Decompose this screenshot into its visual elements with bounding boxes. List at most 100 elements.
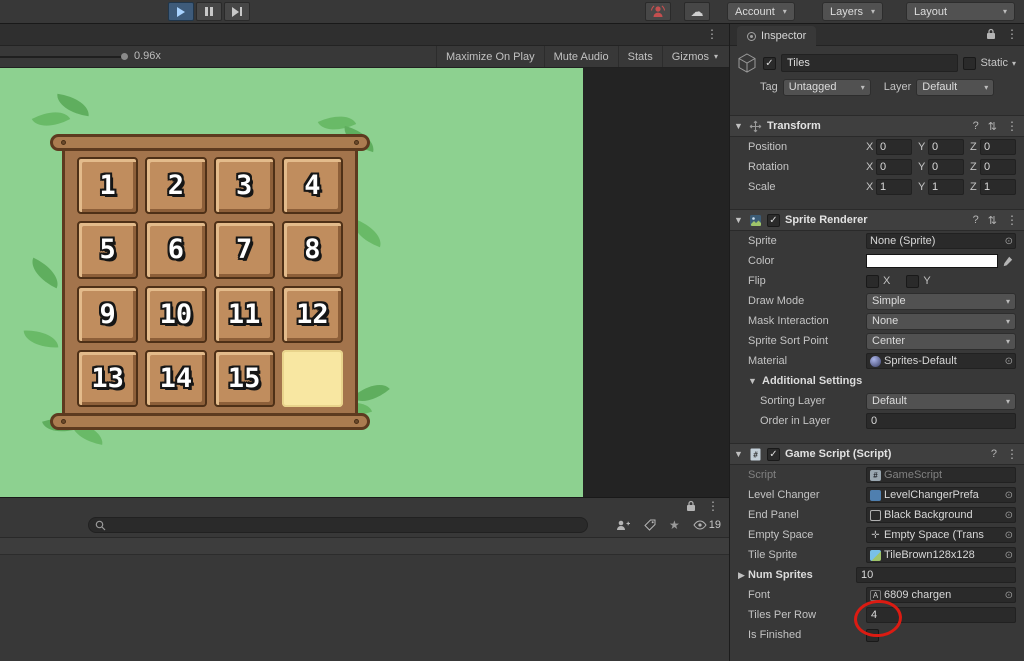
kebab-menu-icon[interactable]: ⋮ <box>1006 214 1018 226</box>
puzzle-tile[interactable]: 2 <box>145 157 206 214</box>
foldout-arrow-icon[interactable]: ▼ <box>734 215 744 225</box>
scale-z-field[interactable]: 1 <box>980 179 1016 195</box>
position-z-field[interactable]: 0 <box>980 139 1016 155</box>
position-x-field[interactable]: 0 <box>876 139 912 155</box>
puzzle-tile[interactable]: 3 <box>214 157 275 214</box>
play-button[interactable] <box>168 2 194 21</box>
additional-settings-foldout[interactable]: ▼ Additional Settings <box>730 371 1024 391</box>
position-y-field[interactable]: 0 <box>928 139 964 155</box>
foldout-arrow-icon[interactable]: ▼ <box>734 449 744 459</box>
help-icon[interactable]: ? <box>973 214 979 226</box>
game-view-menu-icon[interactable]: ⋮ <box>706 28 718 40</box>
puzzle-tile[interactable]: 14 <box>145 350 206 407</box>
static-checkbox[interactable] <box>963 57 976 70</box>
puzzle-tile[interactable]: 5 <box>77 221 138 278</box>
presets-icon[interactable]: ⇅ <box>988 214 997 227</box>
object-picker-icon[interactable]: ⊙ <box>1005 590 1013 601</box>
chevron-down-icon[interactable]: ▾ <box>1012 59 1016 68</box>
flip-y-checkbox[interactable] <box>906 275 919 288</box>
empty-space-tile[interactable] <box>282 350 343 407</box>
kebab-menu-icon[interactable]: ⋮ <box>707 500 719 512</box>
collab-button[interactable] <box>645 2 671 21</box>
eyedropper-icon[interactable] <box>998 253 1016 269</box>
foldout-arrow-icon[interactable]: ▶ <box>738 570 748 581</box>
account-dropdown[interactable]: Account ▾ <box>727 2 795 21</box>
component-enabled-checkbox[interactable] <box>767 214 780 227</box>
active-checkbox[interactable] <box>763 57 776 70</box>
level-changer-object-field[interactable]: LevelChangerPrefa ⊙ <box>866 487 1016 503</box>
lock-icon[interactable] <box>986 28 996 40</box>
puzzle-tile[interactable]: 4 <box>282 157 343 214</box>
tag-dropdown[interactable]: Untagged ▾ <box>783 79 871 96</box>
puzzle-tile[interactable]: 9 <box>77 286 138 343</box>
layers-dropdown[interactable]: Layers ▾ <box>822 2 883 21</box>
object-picker-icon[interactable]: ⊙ <box>1005 356 1013 367</box>
puzzle-tile[interactable]: 13 <box>77 350 138 407</box>
object-picker-icon[interactable]: ⊙ <box>1005 550 1013 561</box>
gizmos-dropdown[interactable]: Gizmos▾ <box>662 46 727 67</box>
gameobject-name-field[interactable]: Tiles <box>781 54 958 72</box>
step-button[interactable] <box>224 2 250 21</box>
tile-sprite-object-field[interactable]: TileBrown128x128 ⊙ <box>866 547 1016 563</box>
zoom-slider-handle[interactable] <box>121 53 128 60</box>
rotation-z-field[interactable]: 0 <box>980 159 1016 175</box>
foldout-arrow-icon[interactable]: ▼ <box>748 376 758 386</box>
help-icon[interactable]: ? <box>973 120 979 132</box>
label-icon[interactable] <box>644 519 656 531</box>
tab-inspector[interactable]: Inspector <box>737 26 816 46</box>
draw-mode-dropdown[interactable]: Simple ▾ <box>866 293 1016 310</box>
order-in-layer-field[interactable]: 0 <box>866 413 1016 429</box>
hidden-count-toggle[interactable]: 19 <box>693 519 721 531</box>
puzzle-tile[interactable]: 8 <box>282 221 343 278</box>
sprite-sort-point-dropdown[interactable]: Center ▾ <box>866 333 1016 350</box>
object-picker-icon[interactable]: ⊙ <box>1005 236 1013 247</box>
tiles-per-row-field[interactable]: 4 <box>866 607 1016 623</box>
cloud-button[interactable]: ☁ <box>684 2 710 21</box>
object-picker-icon[interactable]: ⊙ <box>1005 510 1013 521</box>
pause-button[interactable] <box>196 2 222 21</box>
puzzle-tile[interactable]: 11 <box>214 286 275 343</box>
object-picker-icon[interactable]: ⊙ <box>1005 490 1013 501</box>
puzzle-tile[interactable]: 7 <box>214 221 275 278</box>
is-finished-checkbox[interactable] <box>866 629 879 642</box>
rotation-x-field[interactable]: 0 <box>876 159 912 175</box>
presets-icon[interactable]: ⇅ <box>988 120 997 133</box>
maximize-on-play-button[interactable]: Maximize On Play <box>436 46 544 67</box>
foldout-arrow-icon[interactable]: ▼ <box>734 121 744 131</box>
rotation-y-field[interactable]: 0 <box>928 159 964 175</box>
flip-x-checkbox[interactable] <box>866 275 879 288</box>
num-sprites-field[interactable]: 10 <box>856 567 1016 583</box>
end-panel-object-field[interactable]: Black Background ⊙ <box>866 507 1016 523</box>
puzzle-tile[interactable]: 6 <box>145 221 206 278</box>
kebab-menu-icon[interactable]: ⋮ <box>1006 448 1018 460</box>
kebab-menu-icon[interactable]: ⋮ <box>1006 120 1018 132</box>
search-box[interactable] <box>88 517 588 533</box>
object-picker-icon[interactable]: ⊙ <box>1005 530 1013 541</box>
lock-icon[interactable] <box>686 500 696 512</box>
transform-header[interactable]: ▼ Transform ? ⇅ ⋮ <box>730 115 1024 137</box>
person-filter-icon[interactable] <box>616 519 631 531</box>
material-object-field[interactable]: Sprites-Default ⊙ <box>866 353 1016 369</box>
component-enabled-checkbox[interactable] <box>767 448 780 461</box>
inspector-menu-icon[interactable]: ⋮ <box>1006 28 1018 40</box>
font-object-field[interactable]: 6809 chargen ⊙ <box>866 587 1016 603</box>
stats-button[interactable]: Stats <box>618 46 662 67</box>
sprite-renderer-header[interactable]: ▼ Sprite Renderer ? ⇅ ⋮ <box>730 209 1024 231</box>
game-script-header[interactable]: ▼ # Game Script (Script) ? ⋮ <box>730 443 1024 465</box>
star-icon[interactable]: ★ <box>669 518 680 532</box>
color-swatch[interactable] <box>866 254 998 268</box>
layout-dropdown[interactable]: Layout ▾ <box>906 2 1015 21</box>
layer-dropdown[interactable]: Default ▾ <box>916 79 994 96</box>
puzzle-tile[interactable]: 15 <box>214 350 275 407</box>
mask-interaction-dropdown[interactable]: None ▾ <box>866 313 1016 330</box>
puzzle-tile[interactable]: 10 <box>145 286 206 343</box>
sorting-layer-dropdown[interactable]: Default ▾ <box>866 393 1016 410</box>
puzzle-tile[interactable]: 12 <box>282 286 343 343</box>
mute-audio-button[interactable]: Mute Audio <box>544 46 618 67</box>
sprite-object-field[interactable]: None (Sprite) ⊙ <box>866 233 1016 249</box>
zoom-slider[interactable] <box>0 56 126 58</box>
project-breadcrumb-bar[interactable] <box>0 538 729 555</box>
search-input[interactable] <box>110 519 581 531</box>
scale-y-field[interactable]: 1 <box>928 179 964 195</box>
scale-x-field[interactable]: 1 <box>876 179 912 195</box>
